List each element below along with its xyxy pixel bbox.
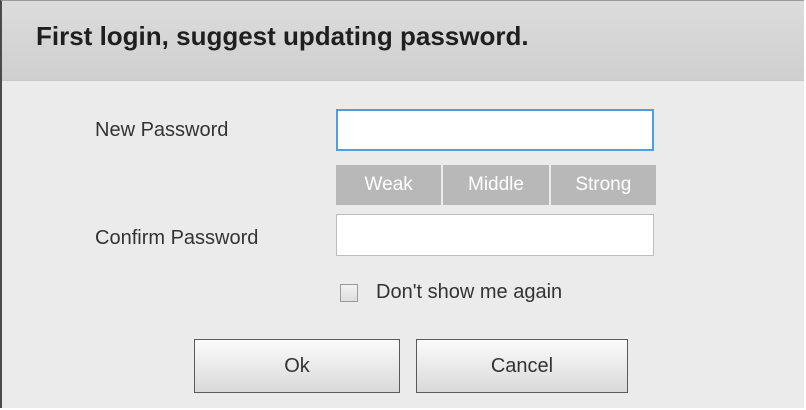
strength-strong: Strong — [550, 165, 656, 205]
password-update-dialog: First login, suggest updating password. … — [0, 0, 804, 408]
dont-show-again-option[interactable]: Don't show me again — [340, 281, 562, 304]
strength-weak: Weak — [336, 165, 444, 205]
ok-button[interactable]: Ok — [194, 339, 400, 393]
dialog-titlebar: First login, suggest updating password. — [2, 1, 804, 81]
cancel-button[interactable]: Cancel — [416, 339, 628, 393]
strength-middle: Middle — [443, 165, 551, 205]
confirm-password-input[interactable] — [336, 214, 654, 256]
password-strength-meter: Weak Middle Strong — [336, 165, 656, 205]
dont-show-again-checkbox[interactable] — [340, 283, 358, 302]
new-password-input[interactable] — [336, 109, 654, 151]
dialog-title: First login, suggest updating password. — [36, 21, 529, 51]
dont-show-again-label: Don't show me again — [376, 281, 563, 303]
confirm-password-label: Confirm Password — [95, 227, 259, 249]
new-password-label: New Password — [95, 119, 229, 141]
